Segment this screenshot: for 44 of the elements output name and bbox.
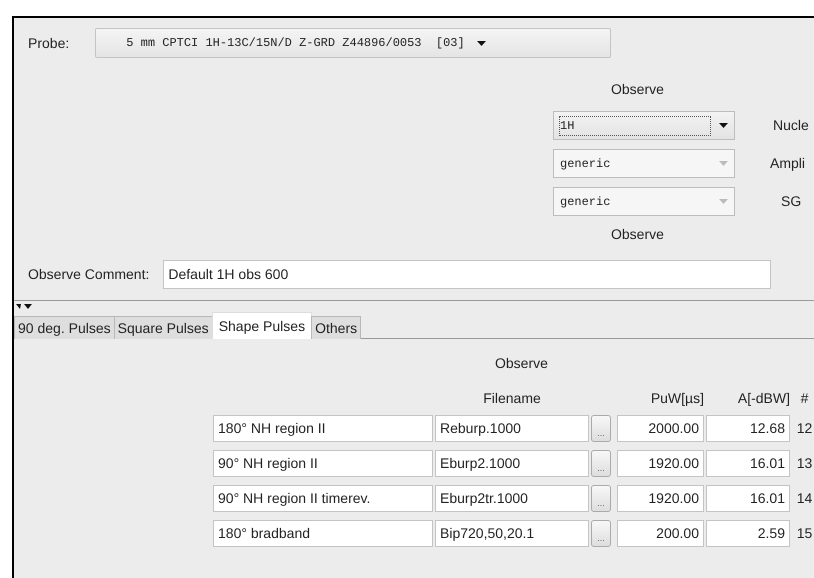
name-field[interactable]: 90° NH region II timerev. — [213, 485, 433, 512]
column-header: PuW[µs] — [650, 388, 704, 408]
power-field[interactable]: 16.01 — [706, 450, 790, 477]
power-field[interactable]: 16.01 — [706, 485, 790, 512]
name-field[interactable]: 180° bradband — [213, 520, 433, 547]
probe-dropdown[interactable]: 5 mm CPTCI 1H-13C/15N/D Z-GRD Z44896/0053 [03] — [95, 28, 612, 58]
setting-label: SG — [781, 192, 802, 211]
column-header: Filename — [483, 388, 541, 408]
name-field[interactable]: 90° NH region II — [213, 450, 433, 477]
browse-button[interactable]: ... — [591, 485, 611, 512]
row-number: 15 — [796, 524, 812, 543]
setting-label: Nucle — [773, 116, 809, 135]
tab[interactable]: Shape Pulses — [212, 312, 312, 339]
power-field[interactable]: 2.59 — [706, 520, 790, 547]
row-number: 13 — [796, 454, 812, 473]
pulse-width-field[interactable]: 1920.00 — [617, 450, 704, 477]
tab[interactable]: 90 deg. Pulses — [14, 316, 115, 339]
name-field[interactable]: 180° NH region II — [213, 415, 433, 442]
group-header: Observe — [495, 354, 548, 373]
power-field[interactable]: 12.68 — [706, 415, 790, 442]
column-header: # — [800, 388, 808, 408]
pulse-width-field[interactable]: 2000.00 — [617, 415, 704, 442]
setting-dropdown[interactable]: 1H — [553, 111, 735, 140]
comment-label: Observe Comment: — [28, 265, 150, 284]
browse-button[interactable]: ... — [591, 415, 611, 442]
setting-label: Ampli — [770, 154, 806, 173]
comment-field[interactable]: Default 1H obs 600 — [163, 260, 772, 289]
tab[interactable]: Square Pulses — [114, 316, 213, 339]
column-header: Observe — [611, 80, 664, 99]
browse-button[interactable]: ... — [591, 450, 611, 477]
pulse-width-field[interactable]: 1920.00 — [617, 485, 704, 512]
filename-field[interactable]: Eburp2.1000 — [435, 450, 589, 477]
column-header: A[-dBW] — [738, 388, 790, 408]
filename-field[interactable]: Eburp2tr.1000 — [435, 485, 589, 512]
browse-button[interactable]: ... — [591, 520, 611, 547]
tab[interactable]: Others — [311, 316, 362, 339]
row-number: 14 — [796, 489, 812, 508]
filename-field[interactable]: Reburp.1000 — [435, 415, 589, 442]
column-header: Observe — [611, 225, 664, 244]
probe-label: Probe: — [28, 34, 70, 52]
filename-field[interactable]: Bip720,50,20.1 — [435, 520, 589, 547]
row-number: 12 — [796, 419, 812, 438]
pulse-width-field[interactable]: 200.00 — [617, 520, 704, 547]
probe-value: 5 mm CPTCI 1H-13C/15N/D Z-GRD Z44896/0053 [03] — [126, 35, 465, 52]
